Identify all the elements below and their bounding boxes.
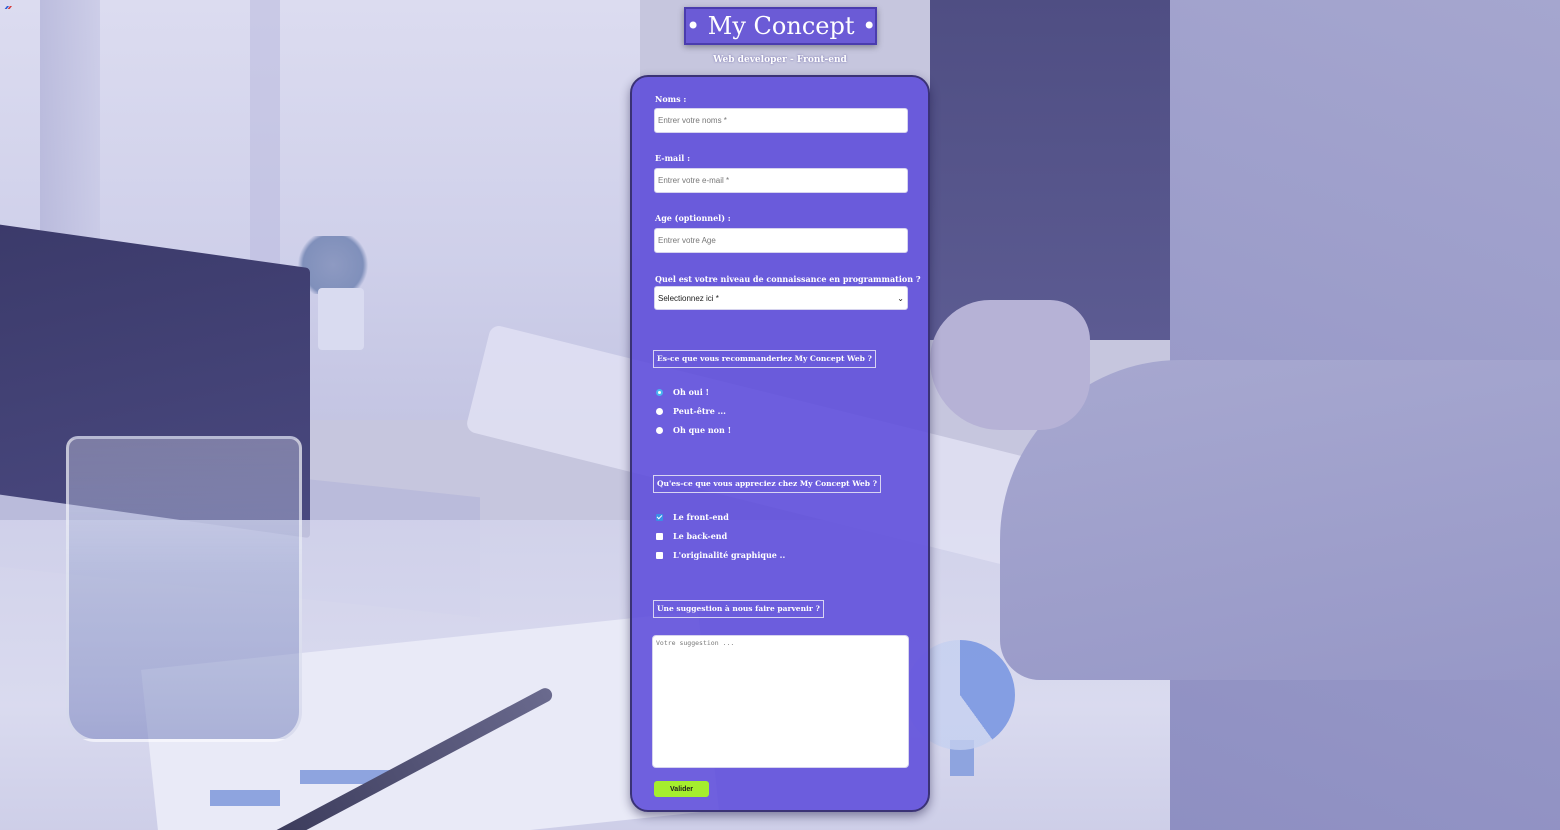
site-title: • My Concept • bbox=[684, 7, 877, 45]
recommend-option-label: Oh que non ! bbox=[673, 425, 732, 435]
level-select[interactable]: Selectionnez ici * ⌄ bbox=[654, 286, 908, 310]
submit-button[interactable]: Valider bbox=[654, 781, 709, 797]
checkbox[interactable] bbox=[656, 513, 663, 521]
appreciate-option[interactable]: Le back-end bbox=[656, 530, 727, 542]
appreciate-option[interactable]: L'originalité graphique .. bbox=[656, 549, 785, 561]
checkbox[interactable] bbox=[656, 532, 663, 540]
appreciate-option-label: Le front-end bbox=[673, 512, 729, 522]
chevron-down-icon: ⌄ bbox=[897, 293, 904, 303]
suggestion-textarea[interactable] bbox=[652, 635, 909, 768]
background-hand bbox=[930, 300, 1090, 430]
background-paper-chart bbox=[210, 790, 280, 806]
checkbox[interactable] bbox=[656, 551, 663, 559]
suggestion-question: Une suggestion à nous faire parvenir ? bbox=[653, 600, 824, 618]
radio-button[interactable] bbox=[656, 388, 663, 396]
radio-button[interactable] bbox=[656, 426, 663, 434]
recommend-question: Es-ce que vous recommanderiez My Concept… bbox=[653, 350, 876, 368]
level-select-value: Selectionnez ici * bbox=[658, 293, 719, 303]
age-label: Age (optionnel) : bbox=[655, 213, 731, 223]
recommend-option[interactable]: Oh que non ! bbox=[656, 424, 731, 436]
background-plant-pot bbox=[318, 288, 364, 350]
email-input[interactable] bbox=[654, 168, 908, 193]
site-subtitle: Web developer - Front-end bbox=[713, 55, 847, 65]
email-label: E-mail : bbox=[655, 153, 691, 163]
age-input[interactable] bbox=[654, 228, 908, 253]
recommend-option[interactable]: Oh oui ! bbox=[656, 386, 709, 398]
recommend-option[interactable]: Peut-être ... bbox=[656, 405, 726, 417]
appreciate-question: Qu'es-ce que vous appreciez chez My Conc… bbox=[653, 475, 882, 493]
flag-icon bbox=[0, 0, 12, 9]
recommend-option-label: Oh oui ! bbox=[673, 387, 710, 397]
level-label: Quel est votre niveau de connaissance en… bbox=[655, 274, 921, 284]
survey-form: Noms : E-mail : Age (optionnel) : Quel e… bbox=[630, 75, 930, 812]
background-sleeve bbox=[1000, 360, 1560, 680]
name-label: Noms : bbox=[655, 94, 687, 104]
appreciate-option[interactable]: Le front-end bbox=[656, 511, 729, 523]
appreciate-option-label: L'originalité graphique .. bbox=[673, 550, 786, 560]
radio-button[interactable] bbox=[656, 407, 663, 415]
appreciate-option-label: Le back-end bbox=[673, 531, 728, 541]
name-input[interactable] bbox=[654, 108, 908, 133]
recommend-option-label: Peut-être ... bbox=[673, 406, 726, 416]
background-glass bbox=[66, 436, 302, 742]
